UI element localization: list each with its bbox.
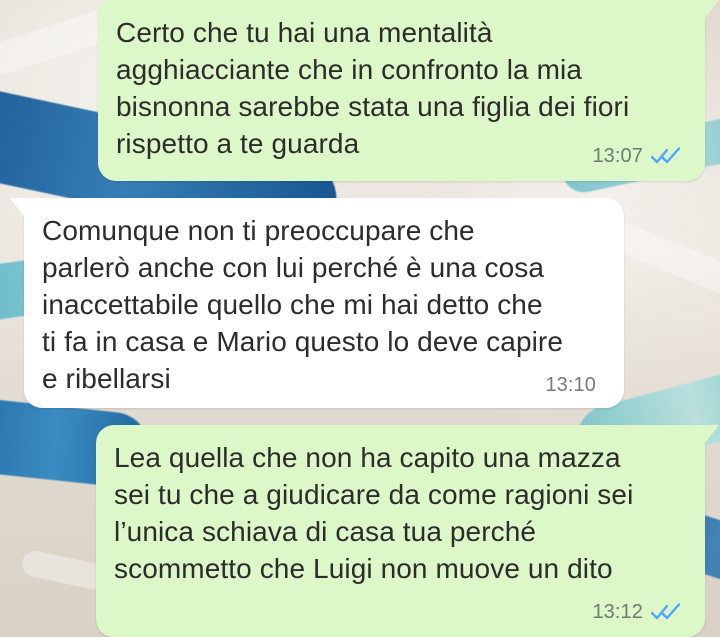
double-check-read-icon bbox=[650, 147, 681, 165]
incoming-message-bubble[interactable]: Comunque non ti preoccupare che parlerò … bbox=[10, 198, 624, 408]
message-time: 13:07 bbox=[592, 145, 643, 167]
message-time: 13:10 bbox=[545, 374, 596, 396]
message-meta: 13:07 bbox=[592, 145, 681, 167]
message-text: Comunque non ti preoccupare che parlerò … bbox=[42, 215, 564, 394]
message-time: 13:12 bbox=[592, 601, 643, 623]
double-check-read-icon bbox=[650, 603, 681, 621]
message-text: Certo che tu hai una mentalità agghiacci… bbox=[116, 17, 630, 159]
message-meta: 13:12 bbox=[592, 601, 681, 623]
message-meta: 13:10 bbox=[545, 374, 596, 396]
outgoing-message-bubble[interactable]: Certo che tu hai una mentalità agghiacci… bbox=[98, 0, 719, 181]
outgoing-message-bubble[interactable]: Lea quella che non ha capito una mazza s… bbox=[96, 425, 719, 637]
message-text: Lea quella che non ha capito una mazza s… bbox=[114, 442, 634, 584]
